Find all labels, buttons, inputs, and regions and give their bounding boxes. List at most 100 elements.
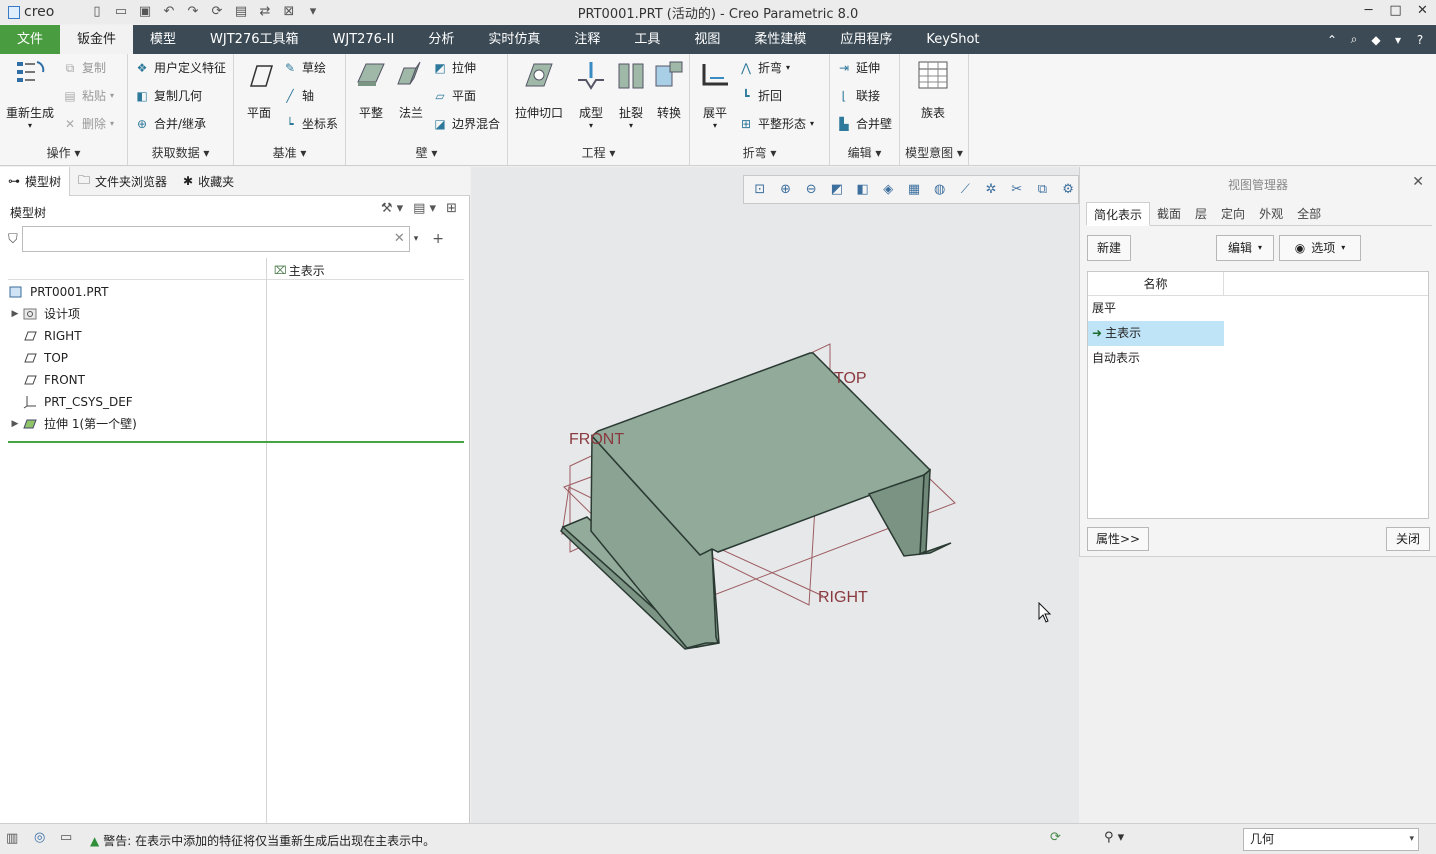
- chevron-down-icon[interactable]: ▾: [1388, 33, 1408, 47]
- udf-button[interactable]: ❖ 用户定义特征: [134, 57, 226, 79]
- new-button[interactable]: 新建: [1087, 235, 1131, 261]
- top-plane-label[interactable]: TOP: [834, 370, 867, 387]
- tab-applications[interactable]: 应用程序: [823, 25, 909, 54]
- unbend-button[interactable]: 展平 ▾: [698, 58, 732, 130]
- add-column-icon[interactable]: +: [432, 231, 444, 247]
- properties-button[interactable]: 属性>>: [1087, 527, 1149, 551]
- extrude-button[interactable]: ◩ 拉伸: [432, 57, 476, 79]
- expand-icon[interactable]: ▶: [8, 413, 22, 435]
- tab-keyshot[interactable]: KeyShot: [909, 25, 996, 54]
- tree-row-extrude-1[interactable]: ▶ 拉伸 1(第一个壁): [8, 413, 464, 435]
- model-view[interactable]: FRONT TOP RIGHT: [471, 167, 1079, 823]
- find-icon[interactable]: ⚲ ▾: [1104, 830, 1124, 845]
- tab-flexible-modeling[interactable]: 柔性建模: [737, 25, 823, 54]
- paste-button[interactable]: ▤ 粘贴 ▾: [62, 85, 114, 107]
- planar-button[interactable]: ▱ 平面: [432, 85, 476, 107]
- group-label-datum[interactable]: 基准 ▾: [234, 144, 345, 161]
- join-button[interactable]: ⌊ 联接: [836, 85, 880, 107]
- tree-settings-icon[interactable]: ⚒ ▾: [381, 201, 403, 216]
- tab-appearance[interactable]: 外观: [1252, 202, 1290, 226]
- tab-model[interactable]: 模型: [133, 25, 193, 54]
- group-label-model-intent[interactable]: 模型意图 ▾: [900, 144, 968, 161]
- tab-tools[interactable]: 工具: [617, 25, 677, 54]
- regenerate-button[interactable]: 重新生成 ▾: [6, 58, 54, 130]
- tree-row-top[interactable]: TOP: [8, 347, 464, 369]
- extrude-cut-button[interactable]: 拉伸切口: [515, 58, 563, 121]
- tree-filter-icon[interactable]: ⊞: [446, 201, 457, 216]
- search-options-chevron-icon[interactable]: ▾: [414, 234, 419, 244]
- column-name[interactable]: 名称: [1088, 272, 1224, 295]
- options-dropdown[interactable]: ◉ 选项 ▾: [1279, 235, 1361, 261]
- rip-button[interactable]: 扯裂 ▾: [614, 58, 648, 130]
- expand-icon[interactable]: ▶: [8, 303, 22, 325]
- search-icon[interactable]: ⌕: [1344, 32, 1364, 47]
- tab-layers[interactable]: 层: [1188, 202, 1214, 226]
- merge-wall-button[interactable]: ▙ 合并壁: [836, 113, 892, 135]
- tab-folder-browser[interactable]: 🗀 文件夹浏览器: [70, 167, 175, 196]
- right-plane-label[interactable]: RIGHT: [818, 589, 868, 606]
- rep-item-automatic[interactable]: 自动表示: [1088, 346, 1224, 371]
- boundary-blend-button[interactable]: ◪ 边界混合: [432, 113, 500, 135]
- delete-button[interactable]: ✕ 删除 ▾: [62, 113, 114, 135]
- close-button[interactable]: ✕: [1409, 0, 1436, 24]
- group-label-edit[interactable]: 编辑 ▾: [830, 144, 899, 161]
- tree-row-csys[interactable]: PRT_CSYS_DEF: [8, 391, 464, 413]
- switch-window-icon[interactable]: ⇄: [254, 2, 276, 22]
- merge-inherit-button[interactable]: ⊕ 合并/继承: [134, 113, 206, 135]
- group-label-wall[interactable]: 壁 ▾: [346, 144, 507, 161]
- group-label-operations[interactable]: 操作 ▾: [0, 144, 127, 161]
- tree-show-icon[interactable]: ▤ ▾: [413, 201, 436, 216]
- customize-chevron-icon[interactable]: ▾: [302, 2, 324, 22]
- windows-icon[interactable]: ▤: [230, 2, 252, 22]
- minimize-button[interactable]: ─: [1355, 0, 1382, 24]
- fullscreen-icon[interactable]: ▭: [60, 830, 72, 845]
- regenerate-icon[interactable]: ⟳: [206, 2, 228, 22]
- learning-icon[interactable]: ◆: [1366, 33, 1386, 47]
- tree-row-right[interactable]: RIGHT: [8, 325, 464, 347]
- copy-geometry-button[interactable]: ◧ 复制几何: [134, 85, 202, 107]
- group-label-bend[interactable]: 折弯 ▾: [690, 144, 829, 161]
- group-label-engineering[interactable]: 工程 ▾: [508, 144, 689, 161]
- rep-item-flat[interactable]: 展平: [1088, 296, 1224, 321]
- group-label-get-data[interactable]: 获取数据 ▾: [128, 144, 233, 161]
- bend-back-button[interactable]: ┗ 折回: [738, 85, 782, 107]
- graphics-area[interactable]: ⊡ ⊕ ⊖ ◩ ◧ ◈ ▦ ◍ ⟋ ✲ ✂ ⧉ ⚙ FRONT TOP RIGH…: [471, 167, 1079, 823]
- extend-button[interactable]: ⇥ 延伸: [836, 57, 880, 79]
- close-window-icon[interactable]: ⊠: [278, 2, 300, 22]
- open-folder-icon[interactable]: ▭: [110, 2, 132, 22]
- tab-annotate[interactable]: 注释: [557, 25, 617, 54]
- maximize-button[interactable]: □: [1382, 0, 1409, 24]
- tab-simplified-rep[interactable]: 简化表示: [1086, 202, 1151, 226]
- tab-model-tree[interactable]: ⊶ 模型树: [0, 166, 71, 196]
- tab-file[interactable]: 文件: [0, 25, 61, 54]
- axis-button[interactable]: ╱ 轴: [282, 85, 314, 107]
- rep-item-master[interactable]: ➜ 主表示: [1088, 321, 1224, 346]
- help-icon[interactable]: ?: [1410, 33, 1430, 47]
- flat-wall-button[interactable]: 平整: [354, 58, 388, 121]
- convert-button[interactable]: 转换: [652, 58, 686, 121]
- tree-search-input[interactable]: ✕: [21, 226, 410, 252]
- tab-sections[interactable]: 截面: [1150, 202, 1188, 226]
- tab-sheetmetal[interactable]: 钣金件: [60, 25, 134, 54]
- collapse-ribbon-icon[interactable]: ⌃: [1322, 33, 1342, 47]
- redo-icon[interactable]: ↷: [182, 2, 204, 22]
- close-dialog-button[interactable]: 关闭: [1386, 527, 1430, 551]
- toggle-navigator-icon[interactable]: ▥: [6, 831, 18, 846]
- tab-view[interactable]: 视图: [677, 25, 737, 54]
- copy-button[interactable]: ⧉ 复制: [62, 57, 106, 79]
- sketch-button[interactable]: ✎ 草绘: [282, 57, 326, 79]
- flange-button[interactable]: 法兰: [394, 58, 428, 121]
- form-button[interactable]: 成型 ▾: [574, 58, 608, 130]
- undo-icon[interactable]: ↶: [158, 2, 180, 22]
- insert-indicator[interactable]: [8, 441, 464, 443]
- regen-status-icon[interactable]: ⟳: [1050, 830, 1061, 845]
- close-icon[interactable]: ✕: [1412, 174, 1424, 190]
- tab-all[interactable]: 全部: [1290, 202, 1328, 226]
- save-icon[interactable]: ▣: [134, 2, 156, 22]
- family-table-button[interactable]: 族表: [916, 58, 950, 121]
- selection-filter[interactable]: 几何 ▾: [1243, 828, 1419, 851]
- tab-wjt276-ii[interactable]: WJT276-II: [316, 25, 412, 54]
- front-plane-label[interactable]: FRONT: [569, 431, 624, 448]
- csys-button[interactable]: ┕ 坐标系: [282, 113, 338, 135]
- tree-row-front[interactable]: FRONT: [8, 369, 464, 391]
